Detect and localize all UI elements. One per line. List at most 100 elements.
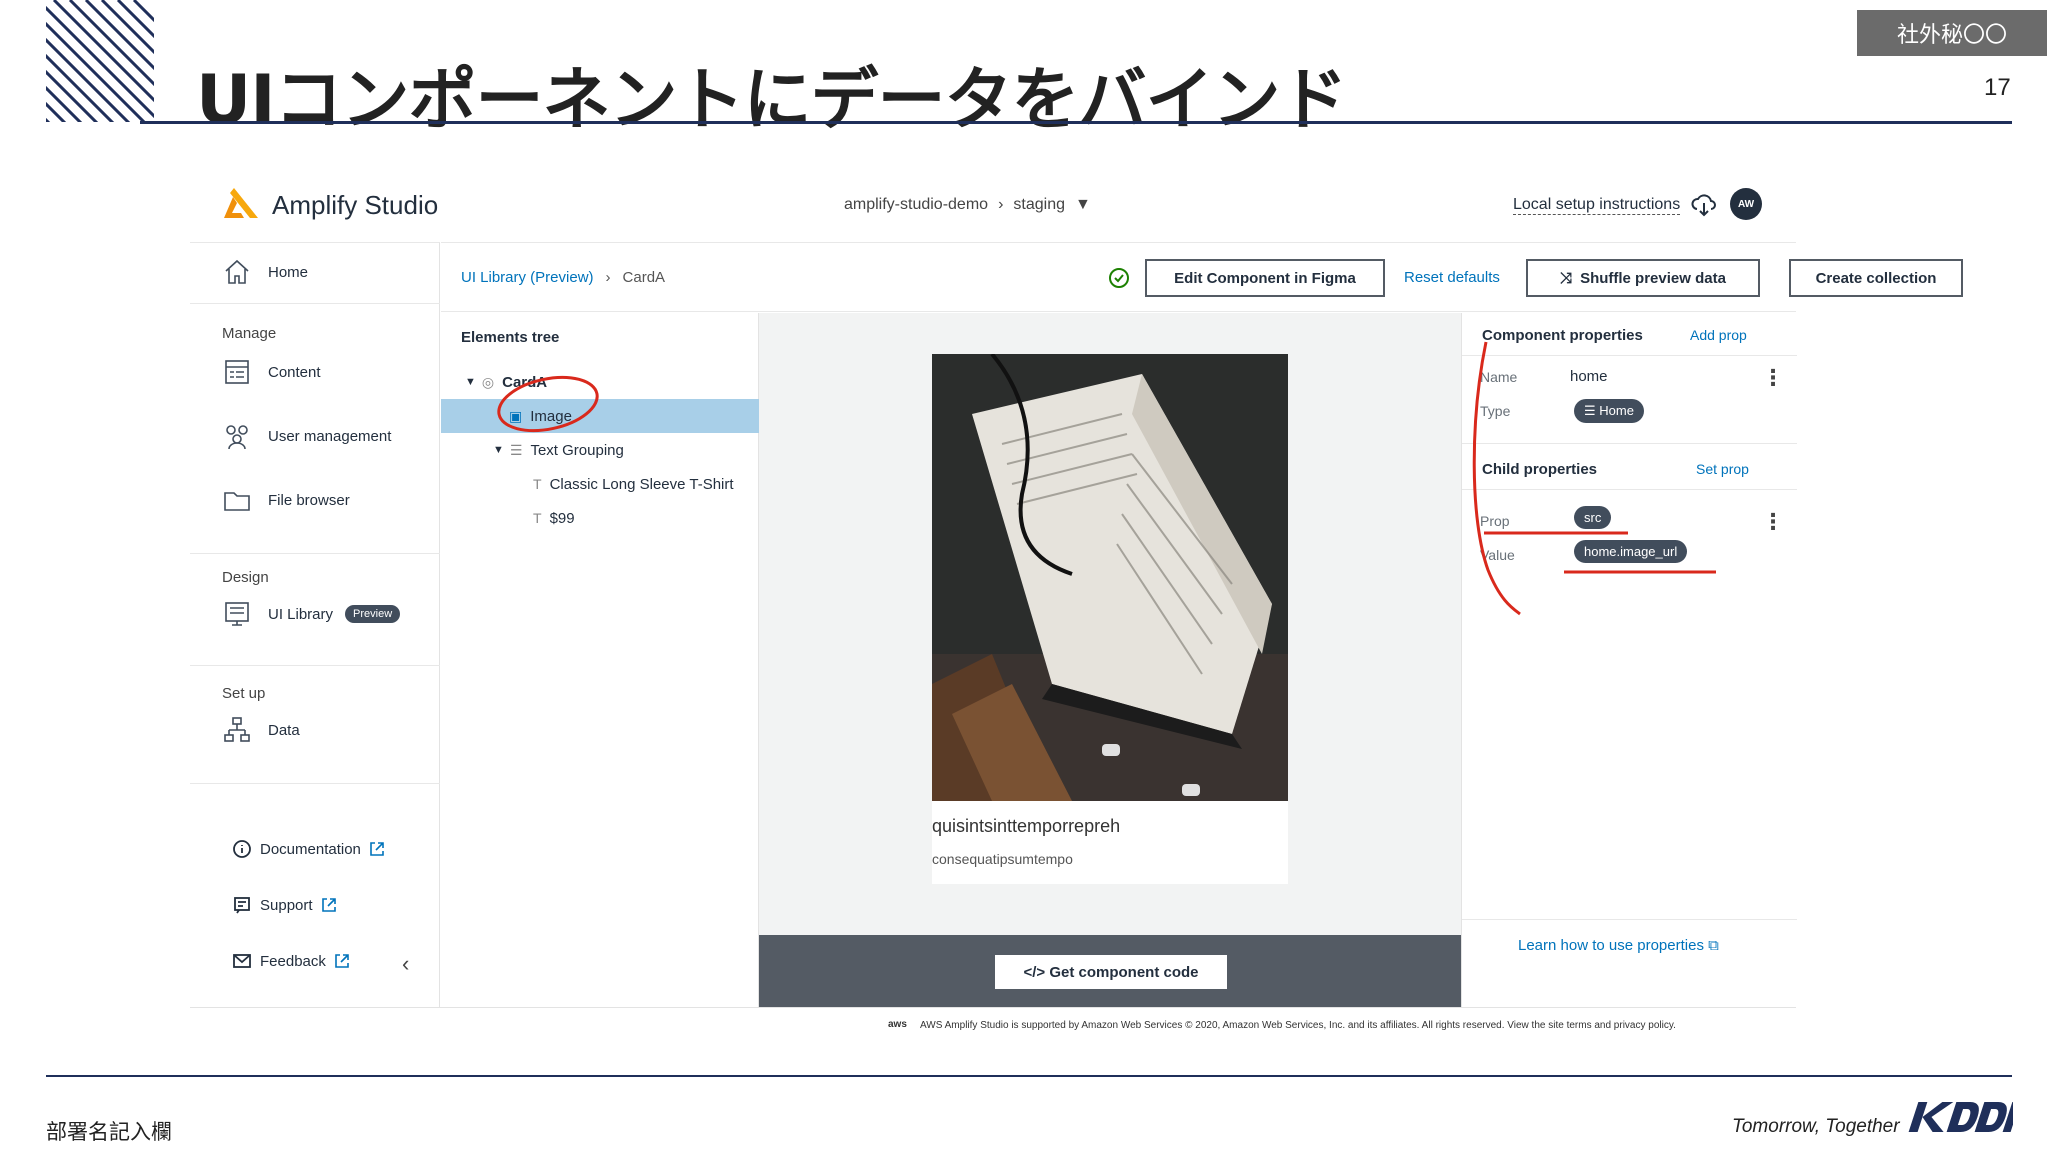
- edit-in-figma-button[interactable]: Edit Component in Figma: [1145, 259, 1385, 297]
- app-name: Amplify Studio: [272, 190, 439, 220]
- kebab-menu-icon[interactable]: ⋮: [1762, 365, 1784, 391]
- section-setup: Set up: [222, 685, 266, 702]
- sidebar-item-label: Home: [268, 263, 309, 281]
- home-icon: [225, 259, 249, 284]
- text-icon: T: [533, 510, 542, 526]
- chevron-right-icon: ›: [998, 196, 1004, 213]
- project-name: amplify-studio-demo: [844, 196, 989, 213]
- department-label: 部署名記入欄: [46, 1120, 172, 1144]
- check-circle-icon: [1109, 268, 1129, 288]
- preview-badge: Preview: [345, 605, 401, 623]
- sidebar-item-feedback[interactable]: Feedback: [232, 951, 350, 971]
- reset-defaults-link[interactable]: Reset defaults: [1404, 269, 1500, 286]
- branch-name: staging: [1013, 196, 1065, 213]
- sidebar-item-ui-library[interactable]: UI Library Preview: [222, 599, 401, 629]
- type-label: Type: [1480, 403, 1511, 419]
- info-icon: [233, 840, 251, 858]
- sidebar-item-user-management[interactable]: User management: [222, 421, 391, 451]
- tree-item-label: CardA: [502, 373, 548, 391]
- sidebar-item-documentation[interactable]: Documentation: [232, 839, 385, 859]
- learn-properties-link[interactable]: Learn how to use properties ⧉: [1518, 937, 1719, 954]
- value-label: Value: [1480, 547, 1515, 563]
- props-divider: [1462, 489, 1797, 490]
- section-manage: Manage: [222, 325, 277, 342]
- support-icon: [234, 897, 250, 914]
- type-icon: ☰: [1584, 403, 1600, 418]
- tree-item-carda[interactable]: ▼ ◎ CardA: [441, 365, 759, 399]
- elements-tree-heading: Elements tree: [461, 329, 560, 346]
- preview-card-title: quisintsinttemporrepreh: [932, 816, 1121, 836]
- properties-panel: Component properties Add prop Name home …: [1461, 313, 1797, 1007]
- prop-value-pill: src: [1574, 506, 1612, 529]
- collapse-sidebar-icon[interactable]: ‹: [402, 951, 409, 977]
- data-model-icon: [224, 717, 250, 742]
- tree-item-image[interactable]: ▣ Image: [441, 399, 759, 433]
- sidebar-item-content[interactable]: Content: [222, 357, 321, 387]
- tree-item-label: Image: [530, 407, 572, 425]
- copyright-text: AWS Amplify Studio is supported by Amazo…: [920, 1020, 1676, 1031]
- type-value: Home: [1599, 403, 1634, 418]
- diagonal-stripes-decoration: [46, 0, 154, 122]
- add-prop-link[interactable]: Add prop: [1690, 327, 1747, 343]
- create-collection-button[interactable]: Create collection: [1789, 259, 1963, 297]
- avatar[interactable]: AW: [1730, 188, 1762, 220]
- value-pill: home.image_url: [1574, 540, 1688, 563]
- caret-down-icon: ▼: [1074, 196, 1091, 213]
- sidebar-item-label: Support: [260, 896, 313, 914]
- users-icon: [226, 425, 248, 450]
- mail-icon: [233, 954, 251, 968]
- content-icon: [225, 360, 249, 384]
- breadcrumb-ui-library[interactable]: UI Library (Preview): [461, 269, 594, 286]
- environment-selector[interactable]: amplify-studio-demo › staging ▼: [844, 196, 1091, 214]
- tagline: Tomorrow, Together: [1732, 1116, 1900, 1137]
- component-preview-card: quisintsinttemporrepreh consequatipsumte…: [932, 354, 1288, 884]
- sidebar-item-label: Data: [268, 721, 300, 739]
- amplify-logo-icon: [224, 188, 258, 218]
- sidebar-item-support[interactable]: Support: [232, 895, 337, 915]
- set-prop-link[interactable]: Set prop: [1696, 461, 1749, 477]
- preview-image: [932, 354, 1288, 801]
- local-setup-link[interactable]: Local setup instructions: [1513, 196, 1681, 215]
- tree-item-text-grouping[interactable]: ▼ ☰ Text Grouping: [441, 433, 759, 467]
- ui-library-icon: [225, 602, 249, 626]
- caret-down-icon: ▼: [493, 444, 504, 456]
- shuffle-preview-button[interactable]: ⤨ Shuffle preview data: [1526, 259, 1760, 297]
- get-component-code-button[interactable]: </> Get component code: [995, 955, 1227, 989]
- tree-item-label: $99: [549, 509, 575, 527]
- sidebar: Home Manage Content User management File…: [190, 242, 440, 1007]
- component-toolbar: UI Library (Preview) › CardA Edit Compon…: [441, 242, 1963, 312]
- tree-item-text-price[interactable]: T $99: [441, 501, 759, 535]
- external-link-icon: ⧉: [1708, 937, 1719, 954]
- cloud-download-icon[interactable]: [1690, 190, 1718, 218]
- tree-item-text-title[interactable]: T Classic Long Sleeve T-Shirt: [441, 467, 759, 501]
- text-icon: T: [533, 476, 542, 492]
- external-link-icon: [321, 898, 336, 912]
- kebab-menu-icon[interactable]: ⋮: [1762, 509, 1784, 535]
- confidential-badge: 社外秘〇〇: [1857, 10, 2047, 56]
- sidebar-item-home[interactable]: Home: [222, 257, 308, 287]
- external-link-icon: [370, 842, 384, 856]
- component-icon: ◎: [481, 373, 495, 390]
- folder-icon: [224, 492, 250, 511]
- sidebar-item-label: Feedback: [260, 952, 326, 970]
- kddi-logo: [1908, 1102, 2013, 1132]
- name-label: Name: [1480, 369, 1518, 385]
- chevron-right-icon: ›: [605, 269, 611, 286]
- sidebar-divider: [190, 303, 440, 304]
- sidebar-item-file-browser[interactable]: File browser: [222, 485, 350, 515]
- sidebar-item-label: UI Library: [268, 605, 334, 623]
- name-value: home: [1570, 368, 1608, 385]
- preview-canvas: quisintsinttemporrepreh consequatipsumte…: [759, 313, 1461, 935]
- section-design: Design: [222, 569, 269, 586]
- prop-label: Prop: [1480, 513, 1510, 529]
- sidebar-divider: [190, 553, 440, 554]
- title-underline: [140, 121, 2012, 124]
- sidebar-divider: [190, 783, 440, 784]
- type-pill: ☰ Home: [1574, 399, 1644, 423]
- sidebar-item-data[interactable]: Data: [222, 715, 300, 745]
- preview-card-subtitle: consequatipsumtempo: [932, 851, 1073, 867]
- sidebar-item-label: Content: [268, 363, 321, 381]
- code-bar: </> Get component code: [759, 935, 1461, 1007]
- learn-link-label: Learn how to use properties: [1518, 937, 1704, 954]
- slide-title: UIコンポーネントにデータをバインド: [196, 61, 1348, 140]
